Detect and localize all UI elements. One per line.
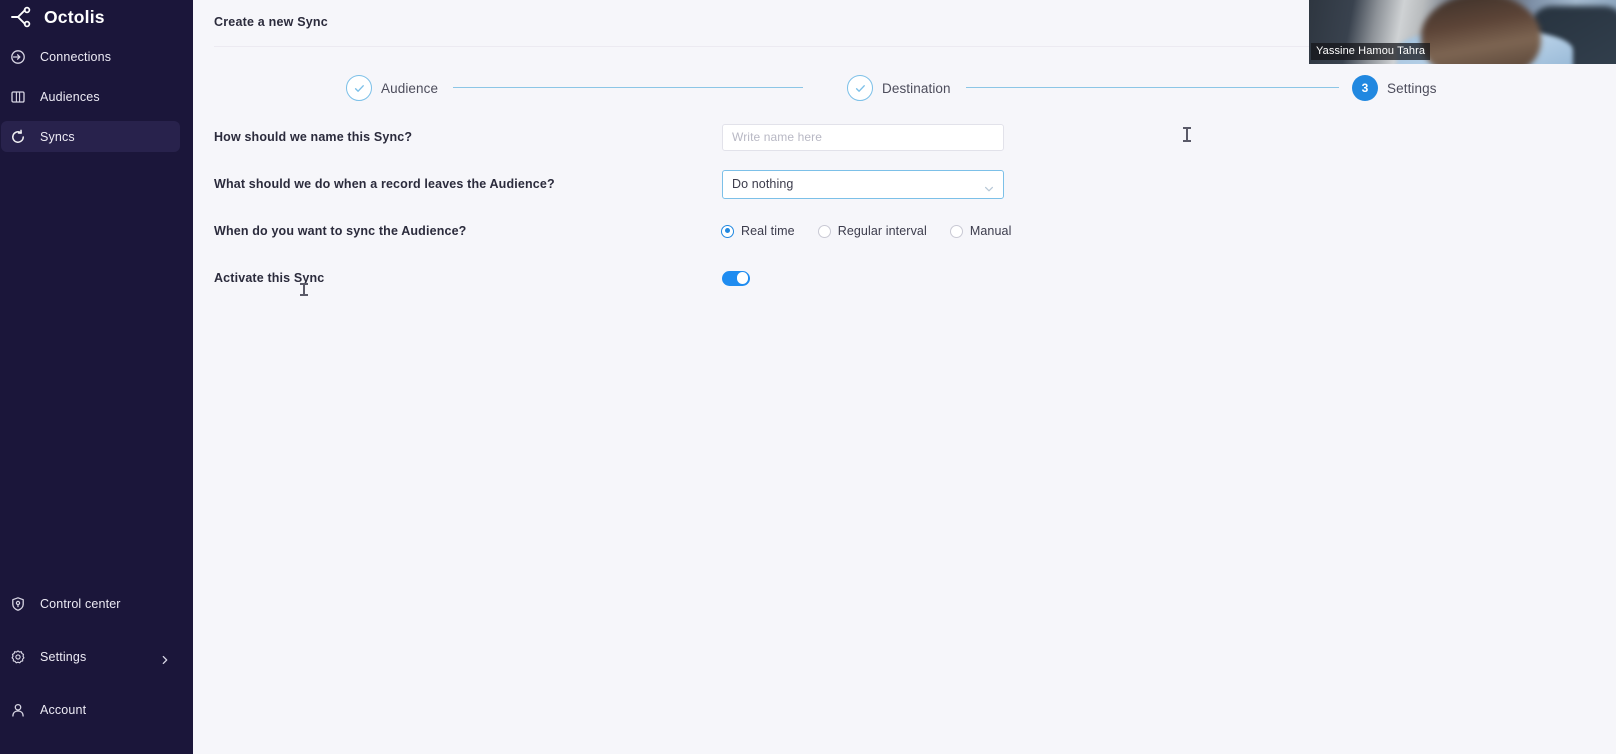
radio-indicator (721, 224, 734, 238)
form-label: When do you want to sync the Audience? (214, 224, 467, 238)
chevron-right-icon (160, 652, 170, 664)
brand-name: Octolis (44, 6, 105, 27)
form-row-sync-name: How should we name this Sync? Write name… (193, 120, 1616, 154)
sidebar-item-connections[interactable]: Connections (1, 41, 180, 72)
sync-name-input[interactable]: Write name here (722, 123, 1004, 151)
step-label: Audience (381, 80, 439, 96)
webcam-person (1421, 0, 1541, 64)
main-content: Create a new Sync Audience Destination 3 (193, 0, 1616, 754)
stepper: Audience Destination 3 Settings (193, 72, 1616, 104)
toggle-knob (736, 272, 749, 284)
webcam-overlay: Yassine Hamou Tahra (1309, 0, 1616, 64)
sidebar-item-label: Syncs (40, 129, 75, 144)
sidebar: Octolis Connections Audiences Syncs Cont… (0, 0, 193, 754)
sidebar-nav: Connections Audiences Syncs (0, 41, 193, 152)
radio-indicator (949, 224, 963, 238)
audiences-panel-icon (10, 89, 26, 105)
radio-label: Manual (969, 224, 1012, 238)
step-label: Destination (882, 80, 951, 96)
connections-arrow-icon (10, 49, 26, 65)
step-audience[interactable]: Audience (346, 72, 438, 104)
check-icon (847, 75, 873, 101)
syncs-refresh-icon (10, 129, 26, 145)
text-cursor-icon (300, 283, 308, 296)
chevron-down-icon[interactable] (984, 181, 994, 191)
form-row-record-leaves: What should we do when a record leaves t… (193, 167, 1616, 201)
sync-name-placeholder: Write name here (732, 130, 822, 144)
brand: Octolis (0, 2, 193, 32)
schedule-radio-group-wrap: Real time Regular interval Manual (721, 224, 1011, 238)
gear-icon (10, 649, 26, 665)
text-cursor-icon (1183, 127, 1191, 142)
webcam-participant-name: Yassine Hamou Tahra (1311, 43, 1431, 60)
sidebar-item-label: Account (40, 702, 87, 717)
step-destination[interactable]: Destination (847, 72, 951, 104)
record-leaves-select[interactable]: Do nothing (722, 169, 1004, 199)
step-connector (966, 87, 1339, 89)
sidebar-item-settings[interactable]: Settings (1, 641, 180, 672)
page-title: Create a new Sync (214, 15, 328, 29)
radio-manual[interactable]: Manual (949, 224, 1012, 238)
radio-regular-interval[interactable]: Regular interval (817, 224, 927, 238)
form-row-activate-sync: Activate this Sync (193, 261, 1616, 295)
sidebar-item-audiences[interactable]: Audiences (1, 81, 180, 112)
sidebar-item-label: Audiences (40, 89, 100, 104)
step-settings[interactable]: 3 Settings (1352, 72, 1437, 104)
radio-label: Regular interval (837, 224, 927, 238)
octolis-node-logo-icon (9, 6, 35, 28)
form-row-sync-schedule: When do you want to sync the Audience? R… (193, 214, 1616, 248)
sidebar-item-label: Control center (40, 596, 121, 611)
person-icon (10, 702, 26, 718)
sync-name-input-wrap: Write name here (722, 123, 1004, 151)
sidebar-item-control-center[interactable]: Control center (1, 588, 180, 619)
radio-label: Real time (741, 224, 795, 238)
record-leaves-selected-value: Do nothing (732, 177, 794, 191)
step-label: Settings (1387, 80, 1437, 96)
radio-indicator (817, 224, 831, 238)
check-icon (346, 75, 372, 101)
form-label: How should we name this Sync? (214, 130, 413, 144)
record-leaves-select-wrap: Do nothing (722, 169, 1004, 199)
sidebar-item-syncs[interactable]: Syncs (1, 121, 180, 152)
radio-real-time[interactable]: Real time (721, 224, 795, 238)
form-label: What should we do when a record leaves t… (214, 177, 555, 191)
step-connector (453, 87, 803, 89)
sidebar-item-label: Settings (40, 649, 87, 664)
sidebar-item-label: Connections (40, 49, 112, 64)
activate-toggle-wrap (722, 270, 750, 286)
step-number-badge: 3 (1352, 75, 1378, 101)
activate-sync-toggle[interactable] (722, 270, 750, 286)
sidebar-bottom-nav: Control center Settings Account (0, 588, 193, 725)
shield-icon (10, 596, 26, 612)
schedule-radio-group: Real time Regular interval Manual (721, 224, 1011, 238)
sidebar-item-account[interactable]: Account (1, 694, 180, 725)
